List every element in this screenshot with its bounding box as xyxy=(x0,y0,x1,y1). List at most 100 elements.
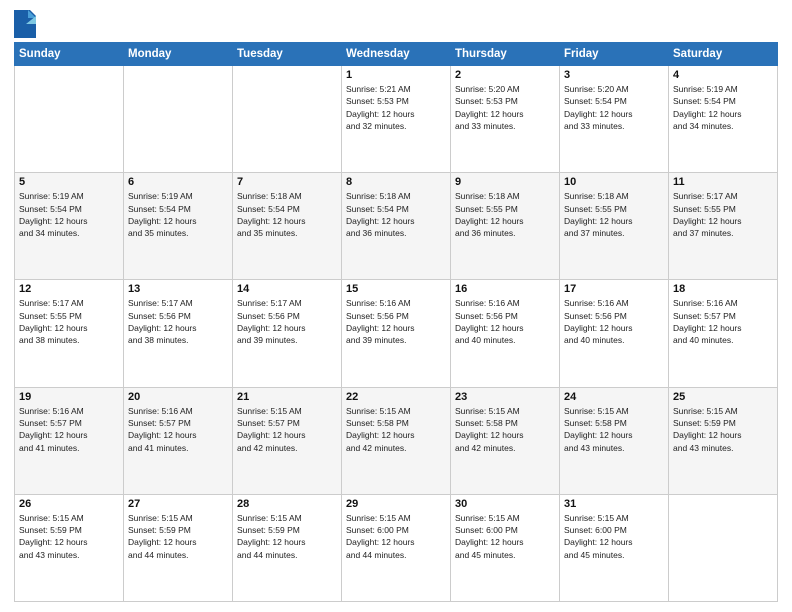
day-info: Sunrise: 5:15 AM Sunset: 5:59 PM Dayligh… xyxy=(19,512,119,561)
calendar-cell: 5 Sunrise: 5:19 AM Sunset: 5:54 PM Daylig… xyxy=(15,173,124,280)
logo xyxy=(14,10,38,38)
day-number: 2 xyxy=(455,69,555,81)
calendar-cell: 15 Sunrise: 5:16 AM Sunset: 5:56 PM Dayli… xyxy=(342,280,451,387)
day-info: Sunrise: 5:15 AM Sunset: 5:58 PM Dayligh… xyxy=(564,405,664,454)
calendar-header-monday: Monday xyxy=(124,43,233,66)
day-number: 14 xyxy=(237,283,337,295)
day-info: Sunrise: 5:20 AM Sunset: 5:54 PM Dayligh… xyxy=(564,83,664,132)
day-info: Sunrise: 5:15 AM Sunset: 6:00 PM Dayligh… xyxy=(346,512,446,561)
calendar-header-sunday: Sunday xyxy=(15,43,124,66)
day-info: Sunrise: 5:19 AM Sunset: 5:54 PM Dayligh… xyxy=(128,190,228,239)
calendar-cell: 1Sunrise: 5:21 AM Sunset: 5:53 PM Daylig… xyxy=(342,66,451,173)
calendar-cell: 6 Sunrise: 5:19 AM Sunset: 5:54 PM Daylig… xyxy=(124,173,233,280)
header xyxy=(14,10,778,38)
calendar-cell: 21 Sunrise: 5:15 AM Sunset: 5:57 PM Dayli… xyxy=(233,387,342,494)
calendar-header-row: SundayMondayTuesdayWednesdayThursdayFrid… xyxy=(15,43,778,66)
day-info: Sunrise: 5:15 AM Sunset: 6:00 PM Dayligh… xyxy=(455,512,555,561)
calendar-cell xyxy=(124,66,233,173)
day-number: 24 xyxy=(564,391,664,403)
calendar-cell: 11Sunrise: 5:17 AM Sunset: 5:55 PM Dayli… xyxy=(669,173,778,280)
day-number: 26 xyxy=(19,498,119,510)
day-info: Sunrise: 5:16 AM Sunset: 5:57 PM Dayligh… xyxy=(128,405,228,454)
day-info: Sunrise: 5:16 AM Sunset: 5:56 PM Dayligh… xyxy=(564,297,664,346)
calendar-cell: 24 Sunrise: 5:15 AM Sunset: 5:58 PM Dayli… xyxy=(560,387,669,494)
day-info: Sunrise: 5:15 AM Sunset: 5:58 PM Dayligh… xyxy=(455,405,555,454)
calendar-cell: 25 Sunrise: 5:15 AM Sunset: 5:59 PM Dayli… xyxy=(669,387,778,494)
day-info: Sunrise: 5:16 AM Sunset: 5:57 PM Dayligh… xyxy=(673,297,773,346)
day-info: Sunrise: 5:15 AM Sunset: 5:59 PM Dayligh… xyxy=(128,512,228,561)
calendar-cell: 29Sunrise: 5:15 AM Sunset: 6:00 PM Dayli… xyxy=(342,494,451,601)
day-number: 20 xyxy=(128,391,228,403)
day-number: 5 xyxy=(19,176,119,188)
calendar-cell: 4 Sunrise: 5:19 AM Sunset: 5:54 PM Daylig… xyxy=(669,66,778,173)
calendar-header-friday: Friday xyxy=(560,43,669,66)
calendar-cell: 12 Sunrise: 5:17 AM Sunset: 5:55 PM Dayli… xyxy=(15,280,124,387)
day-number: 17 xyxy=(564,283,664,295)
day-number: 22 xyxy=(346,391,446,403)
calendar-header-saturday: Saturday xyxy=(669,43,778,66)
calendar-cell: 2Sunrise: 5:20 AM Sunset: 5:53 PM Daylig… xyxy=(451,66,560,173)
day-number: 10 xyxy=(564,176,664,188)
calendar-header-tuesday: Tuesday xyxy=(233,43,342,66)
day-info: Sunrise: 5:18 AM Sunset: 5:55 PM Dayligh… xyxy=(455,190,555,239)
day-number: 21 xyxy=(237,391,337,403)
day-number: 6 xyxy=(128,176,228,188)
day-number: 11 xyxy=(673,176,773,188)
day-info: Sunrise: 5:17 AM Sunset: 5:55 PM Dayligh… xyxy=(19,297,119,346)
calendar-cell: 27 Sunrise: 5:15 AM Sunset: 5:59 PM Dayli… xyxy=(124,494,233,601)
calendar-cell: 26 Sunrise: 5:15 AM Sunset: 5:59 PM Dayli… xyxy=(15,494,124,601)
day-number: 7 xyxy=(237,176,337,188)
day-info: Sunrise: 5:19 AM Sunset: 5:54 PM Dayligh… xyxy=(19,190,119,239)
day-number: 15 xyxy=(346,283,446,295)
calendar-week-4: 19 Sunrise: 5:16 AM Sunset: 5:57 PM Dayli… xyxy=(15,387,778,494)
day-info: Sunrise: 5:15 AM Sunset: 5:59 PM Dayligh… xyxy=(237,512,337,561)
calendar: SundayMondayTuesdayWednesdayThursdayFrid… xyxy=(14,42,778,602)
calendar-week-3: 12 Sunrise: 5:17 AM Sunset: 5:55 PM Dayli… xyxy=(15,280,778,387)
day-info: Sunrise: 5:15 AM Sunset: 5:59 PM Dayligh… xyxy=(673,405,773,454)
calendar-cell: 18 Sunrise: 5:16 AM Sunset: 5:57 PM Dayli… xyxy=(669,280,778,387)
calendar-cell: 7 Sunrise: 5:18 AM Sunset: 5:54 PM Daylig… xyxy=(233,173,342,280)
day-number: 19 xyxy=(19,391,119,403)
day-info: Sunrise: 5:15 AM Sunset: 5:57 PM Dayligh… xyxy=(237,405,337,454)
day-number: 23 xyxy=(455,391,555,403)
day-number: 30 xyxy=(455,498,555,510)
calendar-cell: 10 Sunrise: 5:18 AM Sunset: 5:55 PM Dayli… xyxy=(560,173,669,280)
day-number: 25 xyxy=(673,391,773,403)
calendar-cell: 9Sunrise: 5:18 AM Sunset: 5:55 PM Daylig… xyxy=(451,173,560,280)
calendar-cell: 8 Sunrise: 5:18 AM Sunset: 5:54 PM Daylig… xyxy=(342,173,451,280)
day-info: Sunrise: 5:16 AM Sunset: 5:56 PM Dayligh… xyxy=(455,297,555,346)
day-info: Sunrise: 5:15 AM Sunset: 5:58 PM Dayligh… xyxy=(346,405,446,454)
page: SundayMondayTuesdayWednesdayThursdayFrid… xyxy=(0,0,792,612)
calendar-cell: 13Sunrise: 5:17 AM Sunset: 5:56 PM Dayli… xyxy=(124,280,233,387)
calendar-cell: 16 Sunrise: 5:16 AM Sunset: 5:56 PM Dayli… xyxy=(451,280,560,387)
day-number: 12 xyxy=(19,283,119,295)
calendar-week-2: 5 Sunrise: 5:19 AM Sunset: 5:54 PM Daylig… xyxy=(15,173,778,280)
day-info: Sunrise: 5:17 AM Sunset: 5:56 PM Dayligh… xyxy=(237,297,337,346)
day-number: 8 xyxy=(346,176,446,188)
calendar-cell xyxy=(233,66,342,173)
day-info: Sunrise: 5:16 AM Sunset: 5:57 PM Dayligh… xyxy=(19,405,119,454)
day-number: 18 xyxy=(673,283,773,295)
day-info: Sunrise: 5:16 AM Sunset: 5:56 PM Dayligh… xyxy=(346,297,446,346)
calendar-cell: 23 Sunrise: 5:15 AM Sunset: 5:58 PM Dayli… xyxy=(451,387,560,494)
calendar-cell: 20 Sunrise: 5:16 AM Sunset: 5:57 PM Dayli… xyxy=(124,387,233,494)
day-info: Sunrise: 5:21 AM Sunset: 5:53 PM Dayligh… xyxy=(346,83,446,132)
logo-icon xyxy=(14,10,36,38)
calendar-week-1: 1Sunrise: 5:21 AM Sunset: 5:53 PM Daylig… xyxy=(15,66,778,173)
calendar-week-5: 26 Sunrise: 5:15 AM Sunset: 5:59 PM Dayli… xyxy=(15,494,778,601)
calendar-cell: 3 Sunrise: 5:20 AM Sunset: 5:54 PM Daylig… xyxy=(560,66,669,173)
day-number: 16 xyxy=(455,283,555,295)
day-info: Sunrise: 5:18 AM Sunset: 5:55 PM Dayligh… xyxy=(564,190,664,239)
day-info: Sunrise: 5:18 AM Sunset: 5:54 PM Dayligh… xyxy=(346,190,446,239)
day-number: 4 xyxy=(673,69,773,81)
calendar-header-wednesday: Wednesday xyxy=(342,43,451,66)
calendar-cell: 31Sunrise: 5:15 AM Sunset: 6:00 PM Dayli… xyxy=(560,494,669,601)
calendar-header-thursday: Thursday xyxy=(451,43,560,66)
day-number: 3 xyxy=(564,69,664,81)
day-info: Sunrise: 5:15 AM Sunset: 6:00 PM Dayligh… xyxy=(564,512,664,561)
day-info: Sunrise: 5:19 AM Sunset: 5:54 PM Dayligh… xyxy=(673,83,773,132)
day-number: 13 xyxy=(128,283,228,295)
calendar-cell: 22 Sunrise: 5:15 AM Sunset: 5:58 PM Dayli… xyxy=(342,387,451,494)
day-number: 27 xyxy=(128,498,228,510)
day-info: Sunrise: 5:18 AM Sunset: 5:54 PM Dayligh… xyxy=(237,190,337,239)
